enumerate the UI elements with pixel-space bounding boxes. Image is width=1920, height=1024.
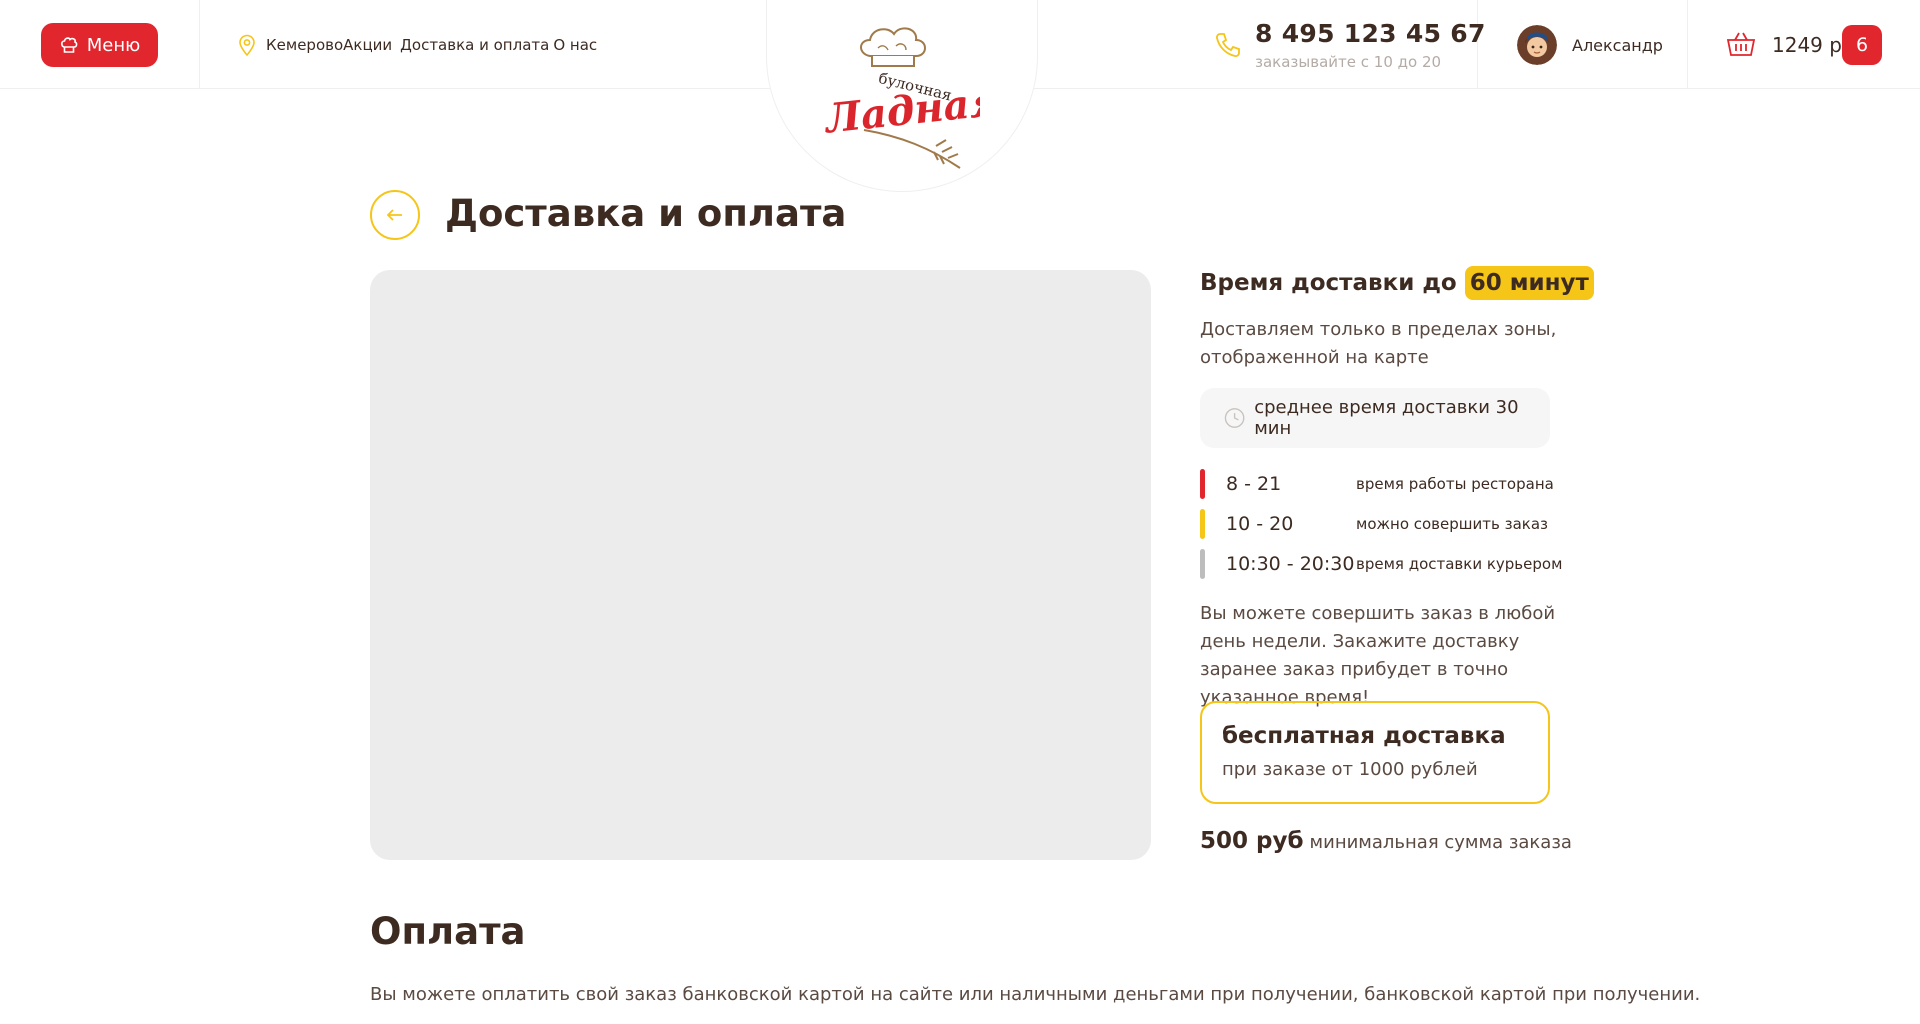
logo[interactable]: булочная Ладная xyxy=(820,18,980,170)
chef-hat-icon xyxy=(60,37,78,53)
schedule-time: 8 - 21 xyxy=(1226,473,1282,495)
logo-line2: Ладная xyxy=(821,77,980,142)
zone-description: Доставляем только в пределах зоны, отобр… xyxy=(1200,319,1557,368)
nav-link-about[interactable]: О нас xyxy=(553,36,597,54)
payment-text: Вы можете оплатить свой заказ банковской… xyxy=(370,984,1701,1005)
arrow-left-icon xyxy=(387,209,402,221)
avg-delivery-box: среднее время доставки 30 мин xyxy=(1200,388,1550,448)
schedule-desc: можно совершить заказ xyxy=(1356,515,1548,533)
header-divider xyxy=(1687,0,1688,89)
menu-label: Меню xyxy=(86,34,141,56)
schedule-row: 8 - 21 время работы ресторана xyxy=(1200,469,1554,499)
schedule-time: 10 - 20 xyxy=(1226,513,1294,535)
schedule-desc: время доставки курьером xyxy=(1356,555,1563,573)
cart-total[interactable]: 1249 р xyxy=(1772,33,1842,57)
menu-button[interactable]: Меню xyxy=(41,23,158,67)
min-order-label: минимальная сумма заказа xyxy=(1309,832,1572,853)
user-name[interactable]: Александр xyxy=(1572,36,1663,55)
nav-link-delivery[interactable]: Доставка и оплата xyxy=(400,36,549,54)
header-divider xyxy=(199,0,200,89)
schedule-desc: время работы ресторана xyxy=(1356,475,1554,493)
back-button[interactable] xyxy=(370,190,420,240)
delivery-time-label: Время доставки до xyxy=(1200,270,1457,296)
free-delivery-condition: при заказе от 1000 рублей xyxy=(1222,759,1478,780)
header-phone[interactable]: 8 495 123 45 67 xyxy=(1255,19,1486,48)
phone-icon xyxy=(1216,33,1240,57)
avatar[interactable] xyxy=(1517,25,1557,65)
min-order: 500 руб минимальная сумма заказа xyxy=(1200,828,1572,854)
any-day-text: Вы можете совершить заказ в любой день н… xyxy=(1200,603,1556,708)
clock-icon xyxy=(1224,408,1245,428)
phone-hours: заказывайте с 10 до 20 xyxy=(1255,53,1442,71)
location-pin-icon xyxy=(239,34,255,56)
cart-count-badge[interactable]: 6 xyxy=(1842,25,1882,65)
delivery-zone-map[interactable] xyxy=(370,270,1151,860)
schedule-time: 10:30 - 20:30 xyxy=(1226,553,1355,575)
schedule-bar-gray xyxy=(1200,549,1205,579)
nav-link-promotions[interactable]: Акции xyxy=(343,36,392,54)
avg-delivery-text: среднее время доставки 30 мин xyxy=(1254,397,1519,439)
payment-title: Оплата xyxy=(370,910,526,953)
free-delivery-box: бесплатная доставка при заказе от 1000 р… xyxy=(1200,701,1550,804)
schedule-row: 10 - 20 можно совершить заказ xyxy=(1200,509,1548,539)
header-nav: Кемерово Акции Доставка и оплата О нас xyxy=(238,34,597,56)
min-order-value: 500 руб xyxy=(1200,828,1304,854)
schedule-row: 10:30 - 20:30 время доставки курьером xyxy=(1200,549,1562,579)
cart-basket-icon[interactable] xyxy=(1726,30,1756,58)
delivery-time-heading: Время доставки до 60 минут xyxy=(1200,266,1594,300)
city-selector[interactable]: Кемерово xyxy=(266,36,343,54)
delivery-time-badge: 60 минут xyxy=(1464,266,1594,300)
schedule-bar-red xyxy=(1200,469,1205,499)
schedule-bar-yellow xyxy=(1200,509,1205,539)
page-title: Доставка и оплата xyxy=(445,192,847,235)
free-delivery-title: бесплатная доставка xyxy=(1222,723,1506,749)
